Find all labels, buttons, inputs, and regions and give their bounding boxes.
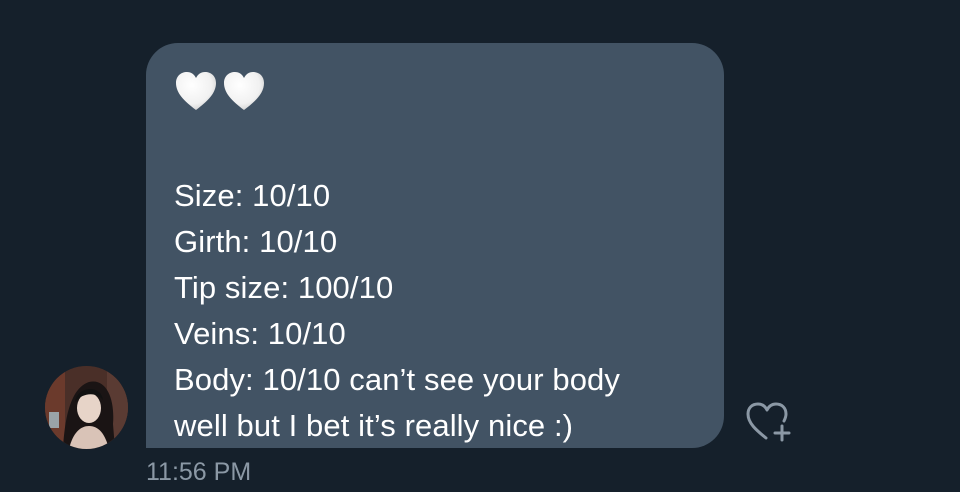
message-line: Size: 10/10	[174, 178, 331, 213]
message-timestamp: 11:56 PM	[146, 458, 252, 486]
add-reaction-button[interactable]	[744, 400, 794, 444]
message-line: well but I bet it’s really nice :)	[174, 408, 574, 443]
white-heart-icon	[174, 70, 218, 112]
dm-conversation: Size: 10/10 Girth: 10/10 Tip size: 100/1…	[0, 0, 960, 492]
emoji-row	[174, 63, 700, 119]
heart-plus-icon	[746, 402, 791, 442]
message-line: Girth: 10/10	[174, 224, 338, 259]
message-bubble[interactable]: Size: 10/10 Girth: 10/10 Tip size: 100/1…	[146, 43, 724, 448]
message-text: Size: 10/10 Girth: 10/10 Tip size: 100/1…	[174, 173, 700, 449]
message-line: Tip size: 100/10	[174, 270, 394, 305]
avatar-photo-icon	[45, 366, 128, 449]
white-heart-icon	[222, 70, 266, 112]
message-line: Veins: 10/10	[174, 316, 346, 351]
sender-avatar[interactable]	[45, 366, 128, 449]
message-line: Body: 10/10 can’t see your body	[174, 362, 621, 397]
